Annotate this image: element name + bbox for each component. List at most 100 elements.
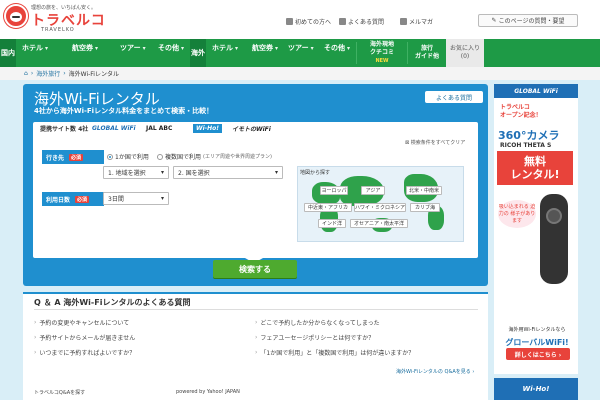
days-select[interactable]: 3日間 ▾ — [103, 192, 169, 205]
chevron-down-icon: ▾ — [45, 44, 49, 52]
top-link-faq[interactable]: よくある質問 — [339, 17, 384, 26]
new-badge: NEW — [375, 58, 389, 64]
nav-overseas-air[interactable]: 航空券 ▾ — [252, 43, 278, 53]
nav-label: ガイド他 — [414, 53, 439, 60]
radio-multi-country[interactable]: 複数国で利用 (エリア周遊や世界周遊プラン) — [157, 152, 272, 161]
chevron-down-icon: ▾ — [142, 44, 146, 52]
ad-bottom-headline: グローバルWiFi! — [505, 338, 569, 347]
map-title: 地図から探す — [300, 170, 331, 176]
faq-more-label: 海外Wi-Fiレンタルの Q&Aを見る — [396, 369, 471, 375]
radio-dot — [157, 153, 163, 160]
region-caribbean[interactable]: カリブ海 — [410, 203, 440, 212]
region-indian-ocean[interactable]: インド洋 — [318, 219, 346, 228]
chevron-down-icon: ▾ — [274, 169, 278, 176]
chevron-down-icon: ▾ — [275, 44, 279, 52]
faq-search-label: トラベルコQ&Aを探す — [34, 390, 86, 396]
search-button[interactable]: 検索する — [213, 260, 297, 278]
chevron-down-icon: ▾ — [235, 44, 239, 52]
radio-single-country[interactable]: 1か国で利用 — [107, 152, 149, 161]
radio-dot-checked — [107, 153, 113, 160]
ad-bottom-text: 海外用Wi-Fiレンタルなら — [508, 327, 566, 333]
ad-open-l1: トラベルコ — [500, 104, 530, 111]
faq-link-label: 予約サイトからメールが届きません — [39, 335, 136, 342]
provider-count: 提携サイト数 4社 — [40, 126, 89, 133]
nav-overseas-tour[interactable]: ツアー ▾ — [288, 43, 314, 53]
faq-link[interactable]: › どこで予約したか分からなくなってしまった — [255, 318, 380, 327]
breadcrumb: ⌂ › 海外旅行 › 海外Wi-Fiレンタル — [24, 69, 119, 78]
ad-product-name: RICOH THETA S — [500, 142, 552, 149]
nav-domestic-air[interactable]: 航空券 ▾ — [72, 43, 98, 53]
area-select[interactable]: 1. 地域を選択 ▾ — [103, 166, 169, 179]
faq-icon — [339, 18, 346, 25]
top-link-label: メルマガ — [409, 19, 434, 26]
ad-free-l2: レンタル! — [510, 168, 560, 181]
faq-link[interactable]: › フェアユーセージポリシーとは何ですか？ — [255, 333, 374, 342]
favorites-count: (0) — [460, 53, 470, 60]
ad-secondary-banner[interactable]: Wi-Ho! — [494, 378, 578, 400]
request-button[interactable]: ✎ このページの質問・要望 — [478, 14, 578, 27]
faq-more-link[interactable]: 海外Wi-Fiレンタルの Q&Aを見る › — [396, 368, 474, 375]
ad-detail-button[interactable]: 詳しくはこちら › — [506, 348, 570, 360]
top-link-beginners[interactable]: 初めての方へ — [286, 17, 331, 26]
faq-link[interactable]: › 予約サイトからメールが届きません — [34, 333, 135, 342]
nav-domestic-tour[interactable]: ツアー ▾ — [120, 43, 146, 53]
faq-link[interactable]: › 「1か国で利用」と「複数国で利用」は何が違いますか？ — [255, 348, 414, 357]
ad-open-text: トラベルコ オープン記念！ — [500, 104, 542, 120]
mascot-logo-icon[interactable] — [4, 4, 28, 28]
faq-link[interactable]: › いつまでに予約すればよいですか？ — [34, 348, 135, 357]
radio-note: (エリア周遊や世界周遊プラン) — [203, 154, 272, 160]
breadcrumb-sep: › — [63, 70, 66, 77]
top-link-mailmag[interactable]: メルマガ — [400, 17, 433, 26]
faq-link-label: 「1か国で利用」と「複数国で利用」は何が違いますか？ — [260, 350, 415, 357]
region-middle-east-africa[interactable]: 中近東・アフリカ — [304, 203, 352, 212]
region-asia[interactable]: アジア — [361, 186, 385, 195]
nav-domestic-other[interactable]: その他 ▾ — [158, 43, 184, 53]
nav-guide[interactable]: 旅行 ガイド他 — [412, 39, 442, 67]
region-hawaii-micronesia[interactable]: ハワイ・ミクロネシア — [354, 203, 406, 212]
faq-link-label: どこで予約したか分からなくなってしまった — [260, 320, 380, 327]
region-oceania-south-pacific[interactable]: オセアニア・南太平洋 — [350, 219, 408, 228]
country-select[interactable]: 2. 国を選択 ▾ — [173, 166, 283, 179]
nav-label: 旅行 — [420, 45, 433, 52]
nav-overseas-hotel[interactable]: ホテル ▾ — [212, 43, 238, 53]
days-label-text: 利用日数 — [46, 196, 71, 204]
home-icon[interactable]: ⌂ — [24, 70, 28, 77]
provider-logo-imoto: イモトのWiFi — [232, 126, 271, 133]
provider-logo-global-wifi: GLOBAL WiFi — [92, 125, 136, 132]
ad-open-l2: オープン記念！ — [500, 112, 542, 119]
chevron-right-icon: › — [255, 349, 258, 356]
faq-link-label: 予約の変更やキャンセルについて — [39, 320, 130, 327]
nav-label: ツアー — [288, 44, 309, 52]
faq-link-label: いつまでに予約すればよいですか？ — [39, 350, 136, 357]
required-badge: 必須 — [75, 195, 90, 203]
nav-label: ホテル — [212, 44, 233, 52]
chevron-right-icon: › — [34, 349, 37, 356]
clear-conditions-label: 検索条件をすべてクリア — [410, 140, 466, 146]
required-badge: 必須 — [69, 153, 84, 161]
ad-header: GLOBAL WiFi — [494, 84, 578, 98]
region-north-south-america[interactable]: 北米・中南米 — [406, 186, 442, 195]
nav-label: ツアー — [120, 44, 141, 52]
nav-domestic-hotel[interactable]: ホテル ▾ — [22, 43, 48, 53]
breadcrumb-link[interactable]: 海外旅行 — [36, 69, 60, 78]
powered-by: powered by Yahoo! JAPAN — [176, 389, 240, 395]
provider-logo-jal-abc: JAL ABC — [146, 125, 173, 132]
brand-sub: TRAVELKO — [41, 27, 75, 33]
faq-button[interactable]: よくある質問 — [425, 91, 483, 103]
region-europe[interactable]: ヨーロッパ — [320, 186, 348, 195]
nav-favorites[interactable]: お気に入り (0) — [446, 39, 484, 67]
chevron-down-icon: ▾ — [181, 44, 185, 52]
chevron-right-icon: › — [255, 334, 258, 341]
nav-overseas-other[interactable]: その他 ▾ — [324, 43, 350, 53]
ad-free-l1: 無料 — [524, 155, 546, 168]
clear-conditions-link[interactable]: ⊠ 検索条件をすべてクリア — [405, 139, 465, 146]
radio-label: 複数国で利用 — [165, 154, 202, 161]
nav-overseas-tag: 海外 — [190, 39, 206, 67]
ad-free-rental: 無料 レンタル! — [497, 151, 573, 185]
pencil-icon: ✎ — [491, 17, 497, 24]
chevron-right-icon: › — [34, 334, 37, 341]
nav-kuchikomi[interactable]: 海外現地 クチコミ NEW — [360, 39, 404, 67]
faq-link[interactable]: › 予約の変更やキャンセルについて — [34, 318, 129, 327]
chevron-down-icon: ▾ — [347, 44, 351, 52]
faq-link-label: フェアユーセージポリシーとは何ですか？ — [260, 335, 375, 342]
